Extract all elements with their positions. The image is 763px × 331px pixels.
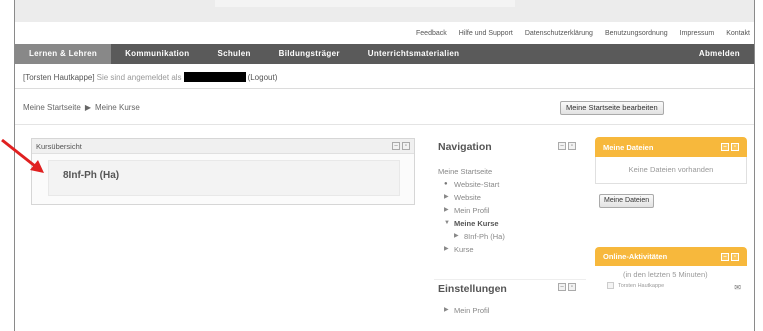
message-icon[interactable]: ✉ [734,283,741,292]
collapse-icon: ▼ [444,220,450,226]
block-controls: – ▫ [558,283,576,291]
nav-item-kommunikation[interactable]: Kommunikation [111,44,203,64]
nav-tree-item[interactable]: ▶ Website [438,191,505,204]
online-activity-title: Online-Aktivitäten [603,252,668,261]
my-files-button[interactable]: Meine Dateien [599,194,655,208]
dock-icon[interactable]: ▫ [568,283,576,291]
top-band-accent [215,0,515,7]
nav-tree-label: Mein Profil [454,206,490,215]
breadcrumb-separator-icon: ▶ [84,103,91,112]
block-controls: – ▫ [721,143,739,151]
nav-tree-item[interactable]: ▶ Mein Profil [438,204,505,217]
nav-tree-item[interactable]: ▶ Kurse [438,243,505,256]
divider [15,124,754,125]
nav-tree-item[interactable]: ▶ 8Inf-Ph (Ha) [438,230,505,243]
expand-icon: ▶ [454,233,459,239]
nav-tree-item[interactable]: ▼ Meine Kurse [438,217,505,230]
settings-item-profile[interactable]: ▶ Mein Profil [444,306,489,315]
edit-startpage-button[interactable]: Meine Startseite bearbeiten [560,101,664,115]
page-frame: Feedback Hilfe und Support Datenschutzer… [14,0,755,331]
dock-icon[interactable]: ▫ [731,252,739,261]
navigation-title: Navigation [438,141,492,153]
nav-tree-item[interactable]: ● Website-Start [438,178,505,191]
nav-tree-label: Website-Start [454,180,500,189]
course-overview-block: Kursübersicht – ▫ 8Inf-Ph (Ha) [31,138,415,205]
course-item: 8Inf-Ph (Ha) [48,160,400,196]
block-controls: – ▫ [558,142,576,150]
minimize-icon[interactable]: – [558,283,566,291]
expand-icon: ▶ [444,246,449,252]
expand-icon: ▶ [444,307,449,313]
course-overview-header: Kursübersicht – ▫ [32,139,414,154]
my-files-title: Meine Dateien [603,142,654,152]
breadcrumb-current[interactable]: Meine Kurse [95,103,140,112]
block-controls: – ▫ [721,252,739,261]
navigation-block: Navigation – ▫ Meine Startseite ● Website… [434,138,586,283]
expand-icon: ▶ [444,207,449,213]
settings-title: Einstellungen [438,283,507,295]
settings-item-label: Mein Profil [454,306,490,315]
divider [434,279,586,280]
login-text: Sie sind angemeldet als [96,72,182,82]
online-activity-info: (in den letzten 5 Minuten) [623,270,708,279]
avatar [607,282,614,289]
my-files-empty: Keine Dateien vorhanden [595,157,747,184]
utility-link-feedback[interactable]: Feedback [416,30,447,37]
logout-button[interactable]: Abmelden [685,44,754,64]
nav-item-bildungstraeger[interactable]: Bildungsträger [265,44,354,64]
dock-icon[interactable]: ▫ [402,142,410,150]
minimize-icon[interactable]: – [721,143,729,151]
online-user-name: Torsten Hautkappe [618,282,665,289]
utility-link-help[interactable]: Hilfe und Support [459,30,513,37]
redacted-box [183,72,246,82]
minimize-icon[interactable]: – [721,252,729,261]
dock-icon[interactable]: ▫ [731,143,739,151]
bullet-icon: ● [444,181,448,187]
utility-link-contact[interactable]: Kontakt [726,30,750,37]
online-activity-header: Online-Aktivitäten – ▫ [595,247,747,266]
minimize-icon[interactable]: – [392,142,400,150]
dock-icon[interactable]: ▫ [568,142,576,150]
online-user[interactable]: Torsten Hautkappe [607,282,664,289]
nav-tree-label: Kurse [454,245,474,254]
login-info: [Torsten Hautkappe] Sie sind angemeldet … [23,72,277,82]
block-controls: – ▫ [392,142,410,150]
nav-tree-label: Meine Kurse [454,219,499,228]
minimize-icon[interactable]: – [558,142,566,150]
nav-tree-label: Meine Startseite [438,167,493,176]
utility-link-imprint[interactable]: Impressum [680,30,715,37]
nav-item-unterrichtsmaterialien[interactable]: Unterrichtsmaterialien [354,44,474,64]
expand-icon: ▶ [444,194,449,200]
course-link[interactable]: 8Inf-Ph (Ha) [63,170,119,181]
my-files-header: Meine Dateien – ▫ [595,137,747,157]
utility-link-privacy[interactable]: Datenschutzerklärung [525,30,593,37]
divider [15,88,754,89]
utility-nav: Feedback Hilfe und Support Datenschutzer… [416,30,750,37]
my-files-block: Meine Dateien – ▫ Keine Dateien vorhande… [595,137,747,217]
nav-tree-label: 8Inf-Ph (Ha) [464,232,505,241]
nav-tree-label: Website [454,193,481,202]
red-arrow-annotation [1,138,44,173]
main-nav: Lernen & Lehren Kommunikation Schulen Bi… [15,44,754,64]
logout-link[interactable]: (Logout) [248,73,278,82]
online-activity-block: Online-Aktivitäten – ▫ (in den letzten 5… [595,247,747,307]
navigation-tree: Meine Startseite ● Website-Start ▶ Website… [438,165,505,256]
nav-item-schulen[interactable]: Schulen [203,44,264,64]
utility-link-terms[interactable]: Benutzungsordnung [605,30,668,37]
settings-block: Einstellungen – ▫ ▶ Mein Profil [434,279,586,329]
nav-tree-home[interactable]: Meine Startseite [438,165,505,178]
